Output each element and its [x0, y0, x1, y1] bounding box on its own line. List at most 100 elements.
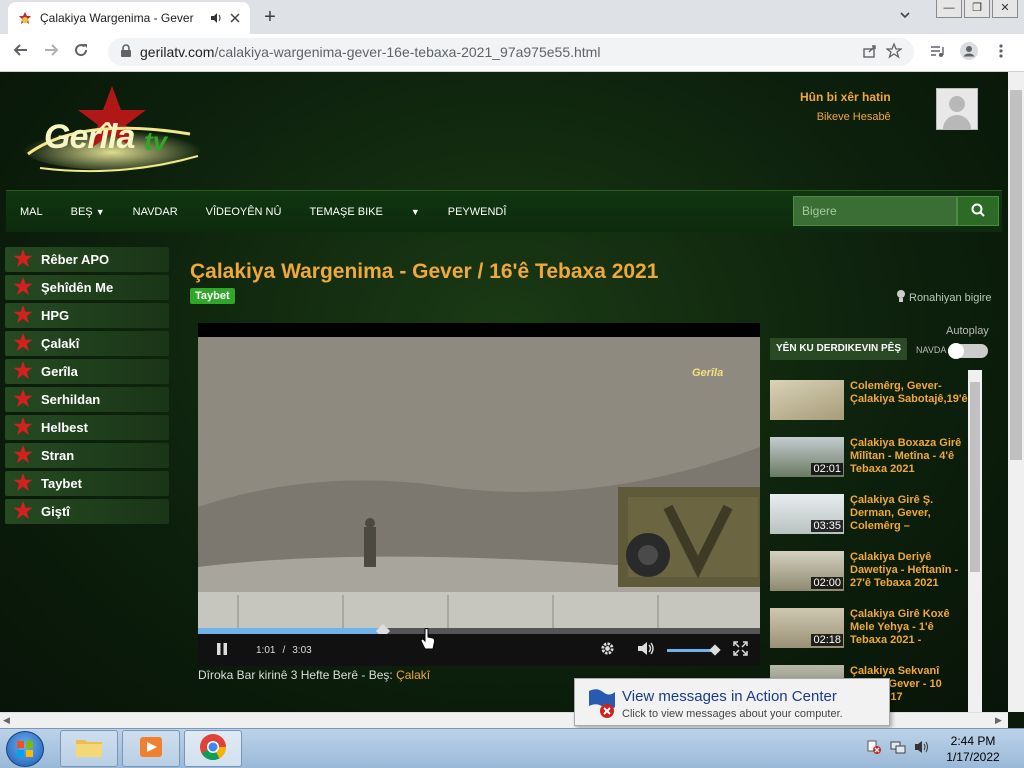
speaker-icon[interactable]: [210, 12, 222, 24]
reload-button[interactable]: [66, 38, 96, 68]
kebab-menu-icon: [999, 43, 1003, 62]
action-center-notification[interactable]: View messages in Action Center Click to …: [574, 678, 890, 726]
pause-button[interactable]: [216, 642, 228, 658]
back-button[interactable]: [6, 38, 36, 68]
autoplay-toggle[interactable]: [948, 343, 988, 359]
search-input[interactable]: Bigere: [793, 196, 957, 226]
suggestion-title[interactable]: Colemêrg, Gever-Çalakiya Sabotajê,19'ê: [850, 380, 968, 427]
login-link[interactable]: Bikeve Hesabê: [800, 111, 891, 123]
browser-menu-button[interactable]: [990, 41, 1012, 63]
nav-item-watch[interactable]: TEMAŞE BIKE: [295, 206, 396, 218]
bookmark-star-icon[interactable]: [885, 41, 903, 62]
page-vertical-scrollbar[interactable]: [1008, 72, 1024, 712]
network-icon[interactable]: [890, 739, 906, 758]
video-player[interactable]: Gerîla 1:01 / 3:03: [198, 323, 760, 666]
new-tab-button[interactable]: +: [258, 6, 282, 28]
video-title: Çalakiya Wargenima - Gever / 16'ê Tebaxa…: [190, 260, 659, 283]
suggestion-title[interactable]: Çalakiya Boxaza Girê Mîlîtan - Metîna - …: [850, 437, 968, 484]
volume-handle[interactable]: [709, 643, 721, 656]
sidebar-item-taybet[interactable]: Taybet: [5, 471, 169, 496]
sidebar-item-calaki[interactable]: Çalakî: [5, 331, 169, 356]
volume-tray-icon[interactable]: [914, 739, 930, 758]
forward-button[interactable]: [36, 38, 66, 68]
suggestion-title[interactable]: Çalakiya Girê Koxê Mele Yehya - 1'ê Teba…: [850, 608, 968, 655]
address-bar[interactable]: gerilatv.com/calakiya-wargenima-gever-16…: [108, 38, 914, 66]
taskbar-chrome[interactable]: [184, 730, 242, 767]
list-item[interactable]: 02:18 Çalakiya Girê Koxê Mele Yehya - 1'…: [768, 598, 968, 655]
profile-button[interactable]: [958, 41, 980, 63]
nav-item-famous[interactable]: NAVDAR: [119, 206, 192, 218]
sidebar-item-stran[interactable]: Stran: [5, 443, 169, 468]
avatar[interactable]: [936, 88, 978, 130]
forward-arrow-icon: [43, 42, 59, 63]
sidebar-item-reber-apo[interactable]: Rêber APO: [5, 247, 169, 272]
lights-off-link[interactable]: Ronahiyan bigire: [896, 289, 992, 306]
toggle-knob: [948, 343, 964, 359]
start-button[interactable]: [6, 731, 44, 767]
autoplay-label: Autoplay: [946, 325, 989, 337]
suggestion-title[interactable]: Çalakiya Girê Ş. Derman, Gever, Colemêrg…: [850, 494, 968, 541]
media-control-button[interactable]: [926, 41, 948, 63]
list-item[interactable]: 02:01 Çalakiya Boxaza Girê Mîlîtan - Met…: [768, 427, 968, 484]
settings-gear-icon[interactable]: [600, 641, 615, 659]
list-item[interactable]: 02:00 Çalakiya Deriyê Dawetiya - Heftanî…: [768, 541, 968, 598]
nav-item-categories[interactable]: BEŞ ▼: [57, 206, 119, 218]
taskbar-explorer[interactable]: [60, 730, 118, 767]
video-thumbnail[interactable]: 03:35: [770, 494, 844, 534]
sidebar-item-gisti[interactable]: Giştî: [5, 499, 169, 524]
video-frame[interactable]: Gerîla: [198, 337, 760, 629]
windows-logo-icon: [17, 741, 33, 757]
nav-item-contact[interactable]: PEYWENDÎ: [434, 206, 521, 218]
page-scroll-thumb[interactable]: [1010, 90, 1022, 460]
current-time: 1:01: [256, 644, 276, 656]
sidebar-item-gerila[interactable]: Gerîla: [5, 359, 169, 384]
sidebar-item-helbest[interactable]: Helbest: [5, 415, 169, 440]
action-center-tray-icon[interactable]: [866, 739, 882, 758]
nav-item-home[interactable]: MAL: [6, 206, 57, 218]
url-text: gerilatv.com/calakiya-wargenima-gever-16…: [140, 44, 854, 60]
clock-time: 2:44 PM: [950, 734, 996, 748]
window-controls: — ❐ ✕: [936, 0, 1018, 18]
browser-tab[interactable]: Çalakiya Wargenima - Gever: [8, 2, 250, 34]
tab-search-icon[interactable]: [896, 8, 914, 26]
video-thumbnail[interactable]: 02:01: [770, 437, 844, 477]
taskbar-media-player[interactable]: [122, 730, 180, 767]
fullscreen-icon[interactable]: [733, 641, 748, 659]
volume-slider[interactable]: [667, 643, 721, 656]
site-logo[interactable]: Gerîla tv: [20, 86, 205, 178]
category-badge[interactable]: Taybet: [190, 288, 235, 304]
scroll-left-icon[interactable]: ◀: [3, 715, 10, 726]
media-player-icon: [138, 734, 164, 763]
time-separator: /: [282, 644, 286, 656]
scroll-right-icon[interactable]: ▶: [995, 715, 1002, 726]
close-window-button[interactable]: ✕: [992, 0, 1018, 18]
minimize-button[interactable]: —: [936, 0, 962, 18]
video-thumbnail[interactable]: [770, 380, 844, 420]
sidebar-item-hpg[interactable]: HPG: [5, 303, 169, 328]
list-item[interactable]: Colemêrg, Gever-Çalakiya Sabotajê,19'ê: [768, 370, 968, 427]
system-tray: [866, 739, 930, 758]
search-button[interactable]: [957, 196, 999, 226]
sidebar-item-serhildan[interactable]: Serhildan: [5, 387, 169, 412]
close-tab-icon[interactable]: [230, 13, 240, 23]
suggestion-scroll-thumb[interactable]: [970, 382, 980, 572]
nav-item-more[interactable]: ▼: [397, 206, 434, 218]
video-thumbnail[interactable]: 02:00: [770, 551, 844, 591]
suggestion-scrollbar[interactable]: [968, 370, 982, 712]
caret-down-icon: ▼: [95, 206, 105, 217]
lock-icon[interactable]: [120, 43, 132, 61]
clock[interactable]: 2:44 PM 1/17/2022: [944, 733, 1002, 765]
maximize-button[interactable]: ❐: [964, 0, 990, 18]
caret-down-icon: ▼: [410, 206, 420, 217]
list-item[interactable]: 03:35 Çalakiya Girê Ş. Derman, Gever, Co…: [768, 484, 968, 541]
category-link[interactable]: Çalakî: [396, 668, 430, 682]
volume-icon[interactable]: [637, 641, 655, 659]
lights-off-label: Ronahiyan bigire: [909, 291, 992, 304]
video-thumbnail[interactable]: 02:18: [770, 608, 844, 648]
suggestion-title[interactable]: Çalakiya Deriyê Dawetiya - Heftanîn - 27…: [850, 551, 968, 598]
share-icon[interactable]: [862, 43, 878, 62]
nav-item-new-videos[interactable]: VÎDEOYÊN NÛ: [192, 206, 296, 218]
sidebar-item-sehiden-me[interactable]: Şehîdên Me: [5, 275, 169, 300]
chrome-icon: [199, 733, 227, 764]
taskbar: 2:44 PM 1/17/2022: [0, 728, 1024, 768]
